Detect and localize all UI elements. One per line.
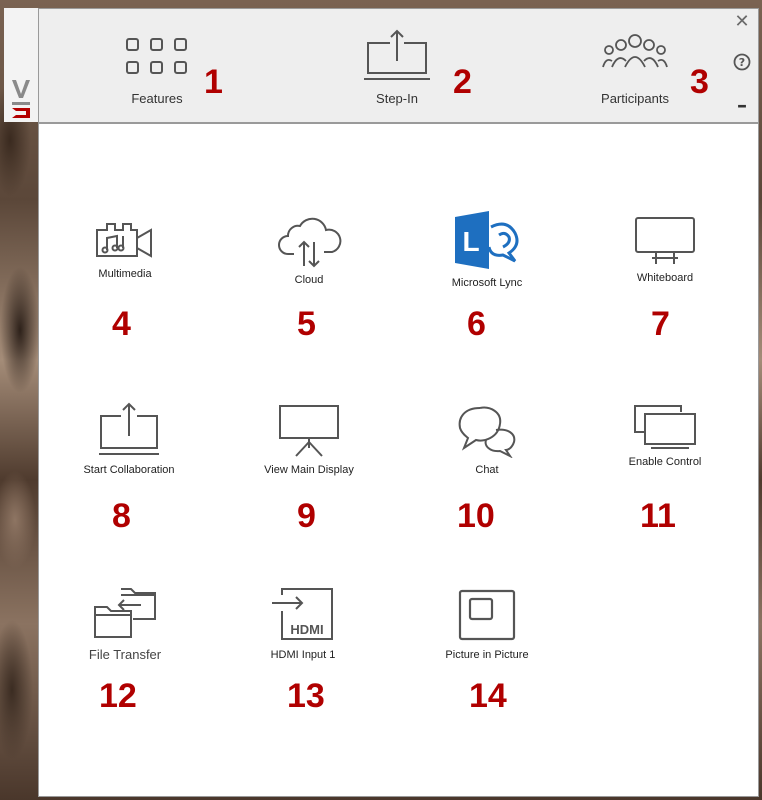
callout-8: 8 [112,497,131,535]
via-logo-icon [12,80,30,118]
tile-multimedia[interactable]: Multimedia [50,214,200,284]
svg-text:L: L [462,226,479,257]
callout-2: 2 [453,63,472,101]
tile-label-cloud: Cloud [294,274,324,286]
help-icon-glyph: ? [739,56,745,69]
projector-screen-icon [279,405,339,457]
via-logo-strip [4,8,39,122]
folder-transfer-icon [94,588,156,638]
tile-cloud[interactable]: Cloud [234,214,384,286]
tile-hdmi-input-1[interactable]: HDMI HDMI Input 1 [228,585,378,661]
tile-label-file-transfer: File Transfer [88,647,162,662]
hdmi-input-icon: HDMI [272,588,333,640]
tile-view-main-display[interactable]: View Main Display [234,402,384,476]
tile-label-microsoft-lync: Microsoft Lync [451,277,523,289]
callout-13: 13 [287,677,325,715]
tile-picture-in-picture[interactable]: Picture in Picture [412,587,562,661]
tile-label-multimedia: Multimedia [98,268,152,280]
step-in-button[interactable]: Step-In [327,29,467,119]
close-icon: ✕ [734,11,750,32]
participants-label: Participants [601,91,669,106]
callout-10: 10 [457,497,495,535]
lync-logo-icon: L [455,211,519,269]
callout-4: 4 [112,305,131,343]
tile-label-chat: Chat [475,464,499,476]
close-button[interactable]: ✕ [732,11,752,32]
participants-button[interactable]: Participants [565,29,705,119]
tile-label-picture-in-picture: Picture in Picture [445,649,529,661]
tile-whiteboard[interactable]: Whiteboard [590,214,740,284]
step-in-label: Step-In [376,91,418,106]
dual-screen-icon [634,405,696,449]
tile-chat[interactable]: Chat [412,402,562,476]
screen-upload-icon [99,402,159,455]
minimize-icon: – [737,93,747,117]
people-icon [602,34,668,68]
tile-start-collaboration[interactable]: Start Collaboration [54,402,204,476]
help-button[interactable]: ? [732,53,752,73]
picture-in-picture-icon [458,589,516,641]
tile-enable-control[interactable]: Enable Control [590,402,740,472]
callout-9: 9 [297,497,316,535]
callout-1: 1 [204,63,223,101]
tile-microsoft-lync[interactable]: L Microsoft Lync [412,209,562,289]
whiteboard-icon [635,217,695,264]
tile-label-view-main-display: View Main Display [264,464,354,476]
tile-label-start-collaboration: Start Collaboration [83,464,175,476]
screen-upload-icon [364,29,430,80]
tile-label-whiteboard: Whiteboard [636,272,694,284]
grid-icon [126,38,187,74]
minimize-button[interactable]: – [732,93,752,117]
hdmi-icon-text: HDMI [290,622,323,637]
chat-bubbles-icon [458,406,516,458]
callout-12: 12 [99,677,137,715]
callout-14: 14 [469,677,507,715]
help-icon: ? [733,53,751,71]
film-music-icon [96,223,152,258]
tile-label-hdmi-input-1: HDMI Input 1 [270,649,336,661]
cloud-transfer-icon [278,217,342,268]
callout-5: 5 [297,305,316,343]
tile-file-transfer[interactable]: File Transfer [50,585,200,662]
tile-label-enable-control: Enable Control [628,456,702,468]
top-toolbar: Features 1 Step-In 2 Participants 3 ✕ ? … [39,9,758,124]
callout-6: 6 [467,305,486,343]
via-app-window: Features 1 Step-In 2 Participants 3 ✕ ? … [38,8,759,797]
callout-11: 11 [640,497,676,535]
callout-3: 3 [690,63,709,101]
callout-7: 7 [651,305,670,343]
